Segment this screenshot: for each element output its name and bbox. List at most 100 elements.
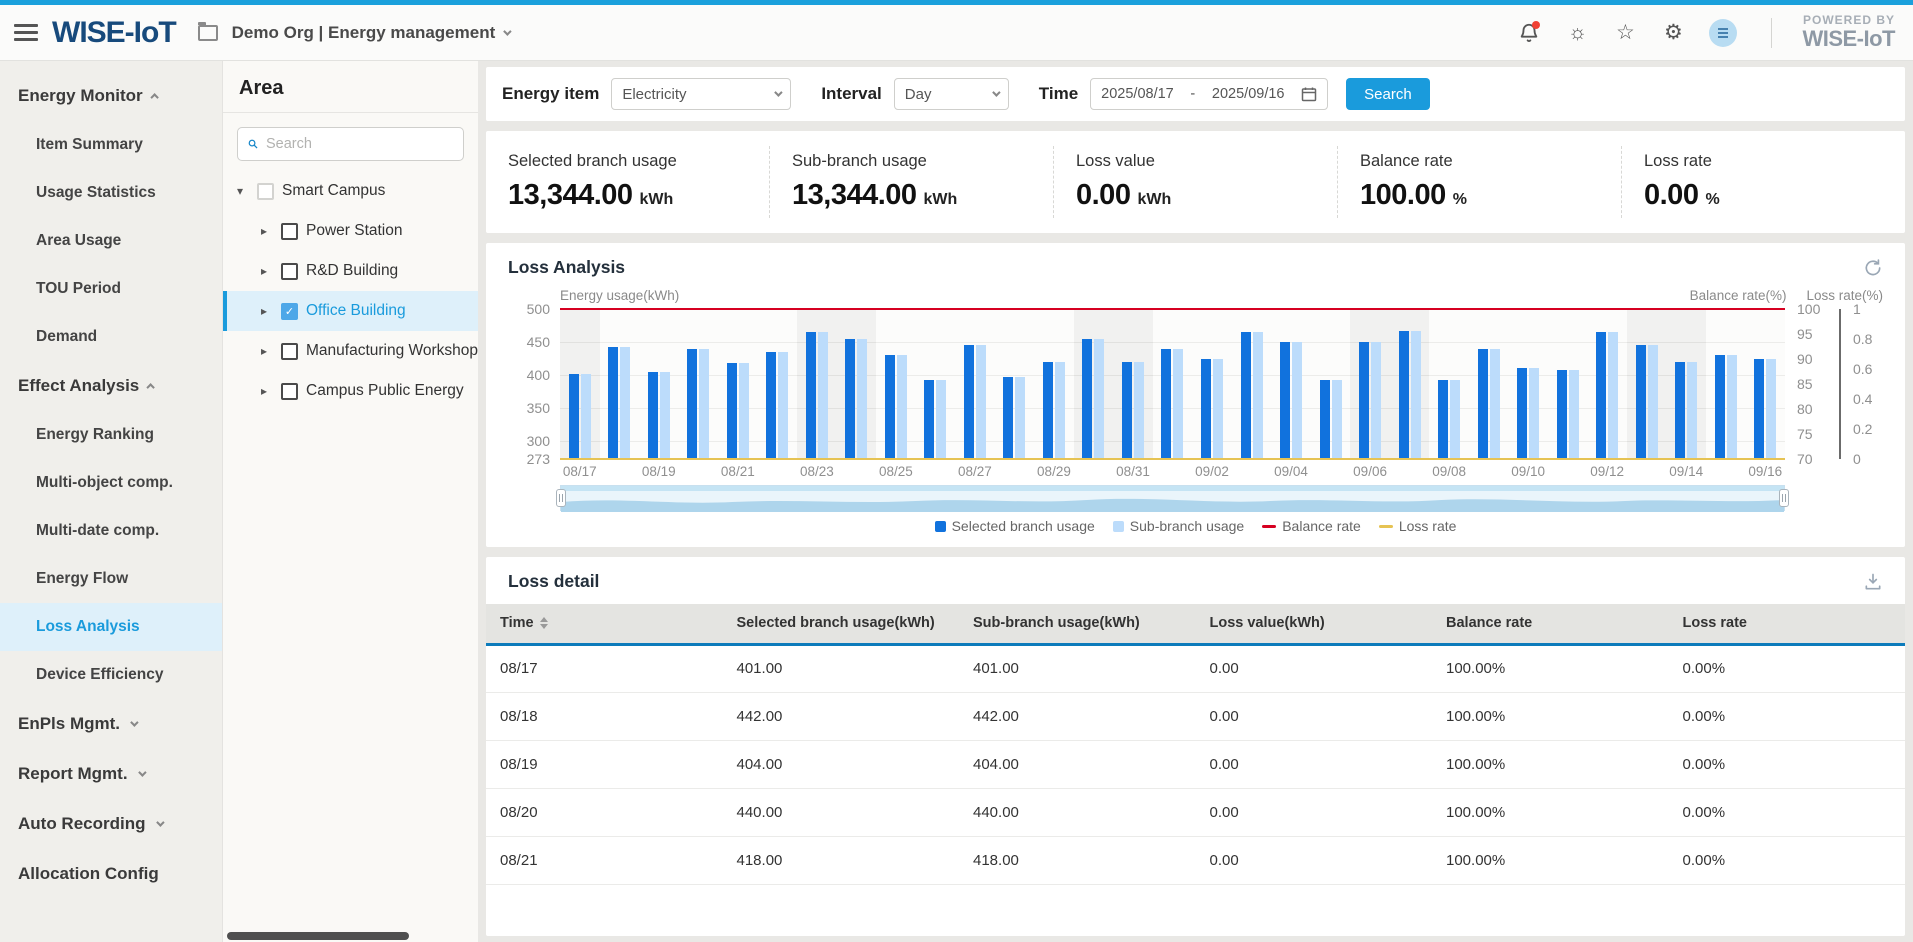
sort-icon[interactable] bbox=[540, 617, 548, 629]
time-range-input[interactable]: 2025/08/17 - 2025/09/16 bbox=[1090, 78, 1328, 110]
sidebar-item-item-summary[interactable]: Item Summary bbox=[0, 121, 222, 169]
bar-group-08-31[interactable] bbox=[1113, 309, 1153, 459]
sidebar-item-multi-date-comp[interactable]: Multi-date comp. bbox=[0, 507, 222, 555]
sidebar-item-tou-period[interactable]: TOU Period bbox=[0, 265, 222, 313]
bar-group-08-23[interactable] bbox=[797, 309, 837, 459]
bar-group-08-22[interactable] bbox=[758, 309, 798, 459]
table-row[interactable]: 08/18442.00442.000.00100.00%0.00% bbox=[486, 692, 1905, 740]
table-row[interactable]: 08/20440.00440.000.00100.00%0.00% bbox=[486, 788, 1905, 836]
bar-group-08-20[interactable] bbox=[679, 309, 719, 459]
notification-bell-icon[interactable] bbox=[1517, 21, 1541, 45]
sidebar-item-area-usage[interactable]: Area Usage bbox=[0, 217, 222, 265]
chevron-collapsed-icon[interactable]: ▸ bbox=[261, 304, 273, 318]
sidebar-item-usage-statistics[interactable]: Usage Statistics bbox=[0, 169, 222, 217]
bar-group-08-27[interactable] bbox=[955, 309, 995, 459]
checkbox-campus-public-energy[interactable] bbox=[281, 383, 298, 400]
settings-gear-icon[interactable]: ⚙ bbox=[1661, 21, 1685, 45]
bar-group-09-09[interactable] bbox=[1469, 309, 1509, 459]
bar-group-09-12[interactable] bbox=[1587, 309, 1627, 459]
sidebar-item-energy-flow[interactable]: Energy Flow bbox=[0, 555, 222, 603]
brightness-sun-icon[interactable]: ☼ bbox=[1565, 21, 1589, 45]
sidebar-item-loss-analysis[interactable]: Loss Analysis bbox=[0, 603, 222, 651]
chart-zoom-slider[interactable] bbox=[560, 485, 1785, 511]
zoom-handle-right[interactable] bbox=[1779, 489, 1789, 507]
tree-item-smart-campus[interactable]: ▾Smart Campus bbox=[223, 171, 478, 211]
bar-group-09-11[interactable] bbox=[1548, 309, 1588, 459]
bar-group-08-28[interactable] bbox=[995, 309, 1035, 459]
column-header-time[interactable]: Time bbox=[486, 604, 723, 644]
bar-group-08-24[interactable] bbox=[837, 309, 877, 459]
bar-group-09-14[interactable] bbox=[1666, 309, 1706, 459]
bar-group-08-25[interactable] bbox=[876, 309, 916, 459]
download-icon[interactable] bbox=[1863, 572, 1883, 592]
area-search-box[interactable] bbox=[237, 127, 464, 161]
sidebar-item-demand[interactable]: Demand bbox=[0, 313, 222, 361]
column-header-sub-branch-usage-kwh[interactable]: Sub-branch usage(kWh) bbox=[959, 604, 1196, 644]
chart-plot-area[interactable] bbox=[560, 309, 1785, 459]
table-row[interactable]: 08/19404.00404.000.00100.00%0.00% bbox=[486, 740, 1905, 788]
sidebar-section-auto-recording[interactable]: Auto Recording bbox=[0, 799, 222, 849]
area-search-input[interactable] bbox=[266, 136, 453, 152]
bar-group-08-18[interactable] bbox=[600, 309, 640, 459]
chevron-collapsed-icon[interactable]: ▸ bbox=[261, 264, 273, 278]
checkbox-smart-campus[interactable] bbox=[257, 183, 274, 200]
checkbox-power-station[interactable] bbox=[281, 223, 298, 240]
bar-group-09-16[interactable] bbox=[1745, 309, 1785, 459]
bar-group-09-05[interactable] bbox=[1311, 309, 1351, 459]
area-horizontal-scrollbar[interactable] bbox=[227, 932, 409, 940]
app-logo[interactable]: WISE-IoT bbox=[52, 16, 176, 50]
column-header-loss-value-kwh[interactable]: Loss value(kWh) bbox=[1196, 604, 1433, 644]
search-button[interactable]: Search bbox=[1346, 78, 1430, 110]
sidebar-item-device-efficiency[interactable]: Device Efficiency bbox=[0, 651, 222, 699]
tree-item-power-station[interactable]: ▸Power Station bbox=[223, 211, 478, 251]
bar-group-09-02[interactable] bbox=[1192, 309, 1232, 459]
energy-item-select[interactable]: Electricity bbox=[611, 78, 791, 110]
table-row[interactable]: 08/21418.00418.000.00100.00%0.00% bbox=[486, 836, 1905, 884]
legend-selected-branch-usage[interactable]: Selected branch usage bbox=[935, 518, 1095, 534]
sidebar-section-report-mgmt[interactable]: Report Mgmt. bbox=[0, 749, 222, 799]
checkbox-manufacturing-workshop[interactable] bbox=[281, 343, 298, 360]
bar-group-08-21[interactable] bbox=[718, 309, 758, 459]
bar-group-09-13[interactable] bbox=[1627, 309, 1667, 459]
legend-balance-rate[interactable]: Balance rate bbox=[1262, 518, 1361, 534]
legend-loss-rate[interactable]: Loss rate bbox=[1379, 518, 1457, 534]
sidebar-section-energy-monitor[interactable]: Energy Monitor bbox=[0, 71, 222, 121]
bar-group-09-07[interactable] bbox=[1390, 309, 1430, 459]
bar-group-09-03[interactable] bbox=[1232, 309, 1272, 459]
bar-group-08-26[interactable] bbox=[916, 309, 956, 459]
hamburger-menu-icon[interactable] bbox=[14, 24, 38, 41]
column-header-selected-branch-usage-kwh[interactable]: Selected branch usage(kWh) bbox=[723, 604, 960, 644]
tree-item-manufacturing-workshop[interactable]: ▸Manufacturing Workshop bbox=[223, 331, 478, 371]
sidebar-section-effect-analysis[interactable]: Effect Analysis bbox=[0, 361, 222, 411]
bar-group-09-15[interactable] bbox=[1706, 309, 1746, 459]
bar-group-08-29[interactable] bbox=[1034, 309, 1074, 459]
table-row[interactable]: 08/17401.00401.000.00100.00%0.00% bbox=[486, 644, 1905, 692]
bar-group-08-17[interactable] bbox=[560, 309, 600, 459]
legend-sub-branch-usage[interactable]: Sub-branch usage bbox=[1113, 518, 1244, 534]
tree-item-r-d-building[interactable]: ▸R&D Building bbox=[223, 251, 478, 291]
sidebar-section-enpls-mgmt[interactable]: EnPls Mgmt. bbox=[0, 699, 222, 749]
zoom-handle-left[interactable] bbox=[556, 489, 566, 507]
user-avatar[interactable] bbox=[1709, 19, 1737, 47]
chevron-expanded-icon[interactable]: ▾ bbox=[237, 184, 249, 198]
sidebar-section-allocation-config[interactable]: Allocation Config bbox=[0, 849, 222, 899]
bar-group-08-30[interactable] bbox=[1074, 309, 1114, 459]
bar-group-09-10[interactable] bbox=[1508, 309, 1548, 459]
checkbox-r-d-building[interactable] bbox=[281, 263, 298, 280]
bar-group-09-06[interactable] bbox=[1350, 309, 1390, 459]
org-breadcrumb[interactable]: Demo Org | Energy management bbox=[232, 23, 510, 43]
tree-item-office-building[interactable]: ▸✓Office Building bbox=[223, 291, 478, 331]
chevron-collapsed-icon[interactable]: ▸ bbox=[261, 344, 273, 358]
favorite-star-icon[interactable]: ☆ bbox=[1613, 21, 1637, 45]
bar-group-09-01[interactable] bbox=[1153, 309, 1193, 459]
bar-group-09-04[interactable] bbox=[1271, 309, 1311, 459]
bar-group-09-08[interactable] bbox=[1429, 309, 1469, 459]
column-header-balance-rate[interactable]: Balance rate bbox=[1432, 604, 1669, 644]
sidebar-item-energy-ranking[interactable]: Energy Ranking bbox=[0, 411, 222, 459]
checkbox-office-building[interactable]: ✓ bbox=[281, 303, 298, 320]
tree-item-campus-public-energy[interactable]: ▸Campus Public Energy bbox=[223, 371, 478, 411]
refresh-icon[interactable] bbox=[1863, 258, 1883, 278]
sidebar-item-multi-object-comp[interactable]: Multi-object comp. bbox=[0, 459, 222, 507]
chevron-collapsed-icon[interactable]: ▸ bbox=[261, 384, 273, 398]
interval-select[interactable]: Day bbox=[894, 78, 1009, 110]
